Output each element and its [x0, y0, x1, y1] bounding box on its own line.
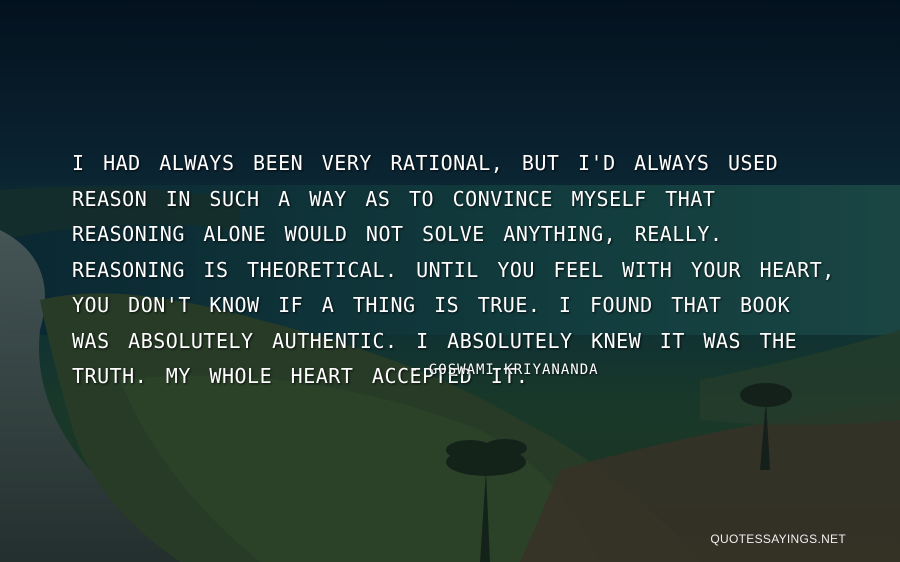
- site-watermark: QUOTESSAYINGS.NET: [710, 532, 846, 546]
- quote-attribution: - Goswami Kriyananda: [410, 362, 599, 378]
- quote-text: I had always been very rational, but I'd…: [72, 151, 835, 388]
- quote-card: I had always been very rational, but I'd…: [0, 0, 900, 562]
